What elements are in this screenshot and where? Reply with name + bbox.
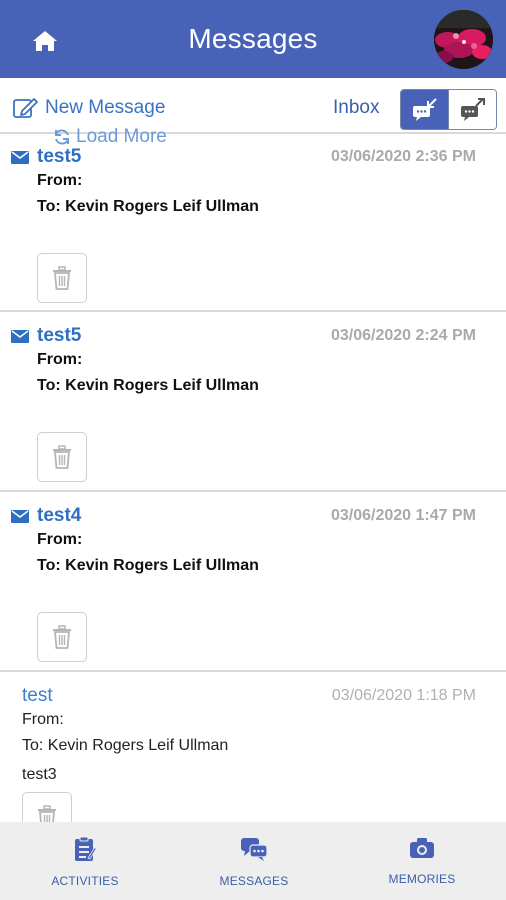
message-item[interactable]: test5 03/06/2020 2:36 PM From: To: Kevin… — [0, 146, 506, 310]
avatar[interactable] — [434, 10, 493, 69]
tab-memories[interactable]: MEMORIES — [386, 836, 458, 886]
message-item[interactable]: test5 03/06/2020 2:24 PM From: To: Kevin… — [0, 325, 506, 489]
clipboard-icon — [75, 836, 96, 861]
page-title: Messages — [188, 23, 318, 54]
trash-icon — [53, 266, 71, 290]
message-to: To: Kevin Rogers Leif Ullman — [22, 737, 229, 754]
new-message-label: New Message — [45, 97, 166, 118]
trash-icon — [53, 625, 71, 649]
divider — [0, 490, 506, 492]
inbox-toggle-button[interactable] — [401, 90, 448, 129]
compose-icon — [13, 98, 38, 118]
envelope-icon — [11, 329, 29, 343]
trash-icon — [53, 445, 71, 469]
message-subject: test5 — [37, 325, 82, 346]
tab-messages[interactable]: MESSAGES — [218, 836, 290, 888]
divider — [0, 310, 506, 312]
message-from: From: — [37, 351, 83, 368]
message-subject-row: test4 — [11, 505, 81, 527]
app-header: Messages — [0, 0, 506, 78]
tab-activities[interactable]: ACTIVITIES — [50, 836, 120, 888]
folder-label: Inbox — [333, 97, 380, 118]
inbox-chat-icon — [412, 97, 437, 121]
message-date: 03/06/2020 1:18 PM — [331, 687, 476, 704]
message-from: From: — [37, 172, 83, 189]
message-subject-row: test — [22, 685, 53, 707]
message-subject: test — [22, 685, 53, 706]
home-button[interactable] — [28, 27, 62, 55]
delete-button[interactable] — [37, 432, 87, 482]
tab-label: MEMORIES — [388, 872, 456, 886]
load-more-label: Load More — [76, 126, 167, 147]
profile-photo-image — [434, 10, 493, 69]
message-body: test3 — [22, 766, 57, 783]
message-subject-row: test5 — [11, 146, 81, 168]
envelope-icon — [11, 509, 29, 523]
message-subject: test5 — [37, 146, 82, 167]
new-message-button[interactable]: New Message — [12, 95, 165, 121]
outbox-chat-icon — [460, 97, 485, 121]
message-to: To: Kevin Rogers Leif Ullman — [37, 557, 259, 574]
message-item[interactable]: test4 03/06/2020 1:47 PM From: To: Kevin… — [0, 505, 506, 669]
message-item[interactable]: test 03/06/2020 1:18 PM From: To: Kevin … — [0, 685, 506, 842]
refresh-icon — [55, 129, 69, 145]
bottom-tab-bar: ACTIVITIES MESSAGES MEMORIES — [0, 822, 506, 900]
message-date: 03/06/2020 1:47 PM — [331, 507, 476, 524]
home-icon — [33, 31, 57, 51]
message-subject: test4 — [37, 505, 82, 526]
envelope-icon — [11, 150, 29, 164]
delete-button[interactable] — [37, 612, 87, 662]
chat-bubbles-icon — [241, 838, 268, 861]
camera-icon — [410, 838, 434, 858]
message-subject-row: test5 — [11, 325, 81, 347]
message-date: 03/06/2020 2:24 PM — [331, 327, 476, 344]
message-to: To: Kevin Rogers Leif Ullman — [37, 377, 259, 394]
inbox-outbox-toggle — [400, 89, 497, 130]
message-from: From: — [22, 711, 64, 728]
outbox-toggle-button[interactable] — [448, 90, 496, 129]
tab-label: ACTIVITIES — [51, 874, 119, 888]
delete-button[interactable] — [37, 253, 87, 303]
tab-label: MESSAGES — [219, 874, 289, 888]
message-date: 03/06/2020 2:36 PM — [331, 148, 476, 165]
message-from: From: — [37, 531, 83, 548]
load-more-button[interactable]: Load More — [52, 126, 167, 148]
divider — [0, 670, 506, 672]
message-to: To: Kevin Rogers Leif Ullman — [37, 198, 259, 215]
